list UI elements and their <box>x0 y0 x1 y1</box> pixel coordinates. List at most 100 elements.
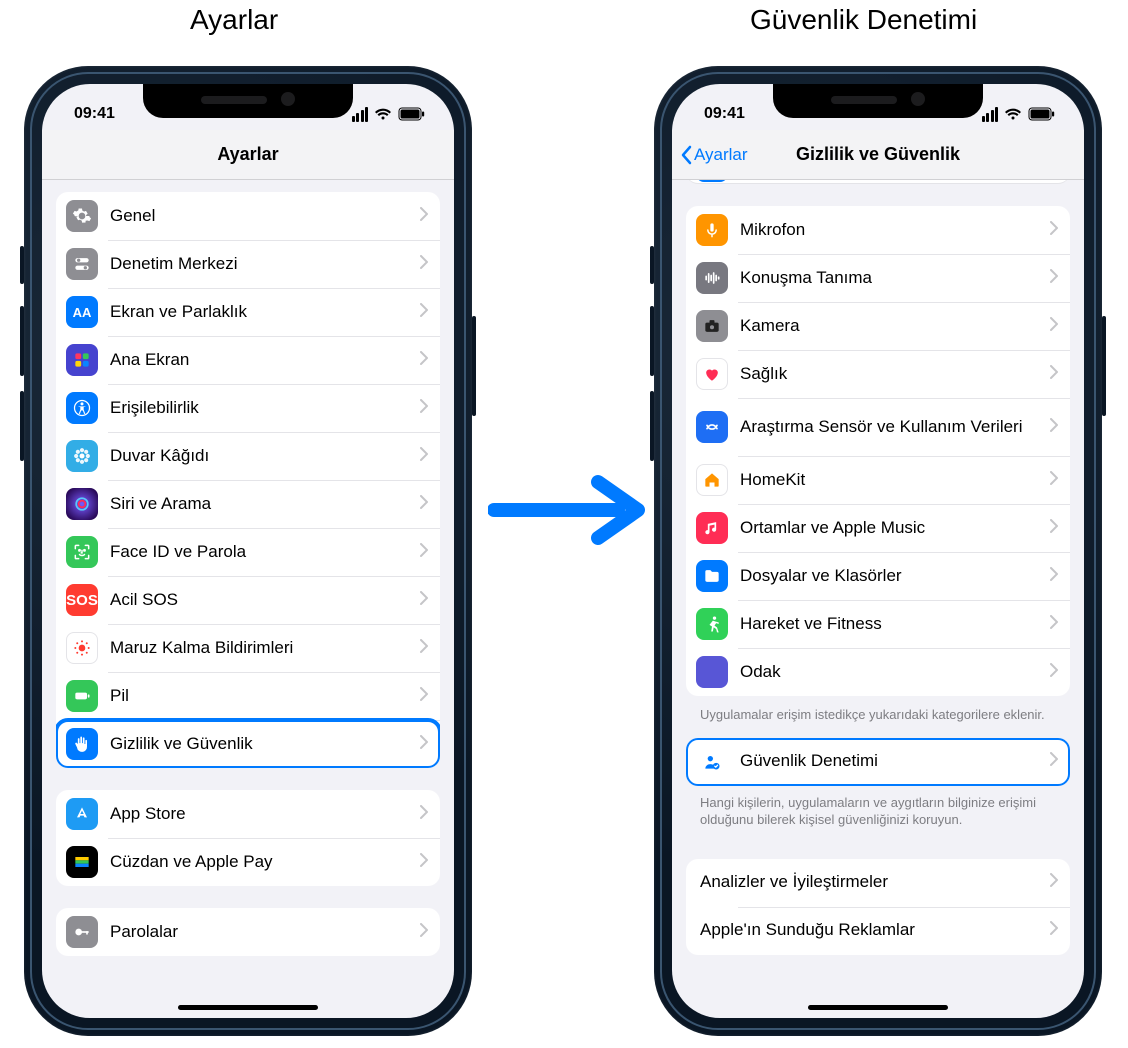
row-label: App Store <box>110 804 420 824</box>
back-label: Ayarlar <box>694 145 748 165</box>
back-button[interactable]: Ayarlar <box>680 145 748 165</box>
battery-row-icon <box>66 680 98 712</box>
chevron-right-icon <box>1050 269 1058 288</box>
privacy-group-top: Mikrofon Konuşma Tanıma Kamera <box>686 206 1070 696</box>
row-general[interactable]: Genel <box>56 192 440 240</box>
notch <box>143 84 353 118</box>
row-home-screen[interactable]: Ana Ekran <box>56 336 440 384</box>
home-icon <box>696 464 728 496</box>
row-appstore[interactable]: App Store <box>56 790 440 838</box>
chevron-right-icon <box>420 207 428 226</box>
row-accessibility[interactable]: Erişilebilirlik <box>56 384 440 432</box>
row-label: Araştırma Sensör ve Kullanım Verileri <box>740 417 1050 437</box>
row-sos[interactable]: SOS Acil SOS <box>56 576 440 624</box>
row-media[interactable]: Ortamlar ve Apple Music <box>686 504 1070 552</box>
moon-icon <box>696 656 728 688</box>
folder-icon <box>696 560 728 592</box>
chevron-right-icon <box>420 399 428 418</box>
navbar: Ayarlar <box>42 130 454 180</box>
row-exposure[interactable]: Maruz Kalma Bildirimleri <box>56 624 440 672</box>
row-label: Duvar Kâğıdı <box>110 446 420 466</box>
chevron-right-icon <box>420 495 428 514</box>
chevron-right-icon <box>420 853 428 872</box>
row-label: Dosyalar ve Klasörler <box>740 566 1050 586</box>
chevron-right-icon <box>1050 567 1058 586</box>
row-control-center[interactable]: Denetim Merkezi <box>56 240 440 288</box>
row-label: Ana Ekran <box>110 350 420 370</box>
chevron-right-icon <box>1050 365 1058 384</box>
research-icon <box>696 411 728 443</box>
home-indicator[interactable] <box>808 1005 948 1010</box>
row-health[interactable]: Sağlık <box>686 350 1070 398</box>
row-speech[interactable]: Konuşma Tanıma <box>686 254 1070 302</box>
waveform-icon <box>696 262 728 294</box>
chevron-right-icon <box>1050 317 1058 336</box>
row-faceid[interactable]: Face ID ve Parola <box>56 528 440 576</box>
notch <box>773 84 983 118</box>
row-label: Face ID ve Parola <box>110 542 420 562</box>
cellular-icon <box>982 107 999 122</box>
row-passwords[interactable]: Parolalar <box>56 908 440 956</box>
settings-group-2: App Store Cüzdan ve Apple Pay <box>56 790 440 886</box>
row-label: Konuşma Tanıma <box>740 268 1050 288</box>
row-label: Denetim Merkezi <box>110 254 420 274</box>
nav-title: Gizlilik ve Güvenlik <box>796 144 960 165</box>
row-display[interactable]: AA Ekran ve Parlaklık <box>56 288 440 336</box>
row-privacy[interactable]: Gizlilik ve Güvenlik <box>56 720 440 768</box>
chevron-right-icon <box>1050 471 1058 490</box>
heart-icon <box>696 358 728 390</box>
privacy-group-bottom: Analizler ve İyileştirmeler Apple'ın Sun… <box>686 859 1070 955</box>
nav-title: Ayarlar <box>217 144 278 165</box>
chevron-right-icon <box>420 639 428 658</box>
battery-icon <box>1028 107 1056 121</box>
chevron-right-icon <box>1050 752 1058 771</box>
row-microphone[interactable]: Mikrofon <box>686 206 1070 254</box>
chevron-right-icon <box>1050 663 1058 682</box>
row-wallet[interactable]: Cüzdan ve Apple Pay <box>56 838 440 886</box>
phone-privacy: 09:41 Ayarlar Gizlilik ve Güvenlik <box>654 66 1102 1036</box>
row-homekit[interactable]: HomeKit <box>686 456 1070 504</box>
row-label: Güvenlik Denetimi <box>740 751 1050 771</box>
row-focus[interactable]: Odak <box>686 648 1070 696</box>
chevron-right-icon <box>1050 519 1058 538</box>
row-battery[interactable]: Pil <box>56 672 440 720</box>
row-research[interactable]: Araştırma Sensör ve Kullanım Verileri <box>686 398 1070 456</box>
music-icon <box>696 512 728 544</box>
chevron-right-icon <box>1050 921 1058 940</box>
faceid-icon <box>66 536 98 568</box>
chevron-right-icon <box>1050 418 1058 437</box>
chevron-right-icon <box>1050 615 1058 634</box>
row-label: Apple'ın Sunduğu Reklamlar <box>700 920 1050 940</box>
chevron-right-icon <box>420 591 428 610</box>
chevron-right-icon <box>420 447 428 466</box>
phone-settings: 09:41 Ayarlar <box>24 66 472 1036</box>
row-wallpaper[interactable]: Duvar Kâğıdı <box>56 432 440 480</box>
exposure-icon <box>66 632 98 664</box>
chevron-left-icon <box>680 145 692 165</box>
apps-grid-icon <box>66 344 98 376</box>
row-camera[interactable]: Kamera <box>686 302 1070 350</box>
row-fitness[interactable]: Hareket ve Fitness <box>686 600 1070 648</box>
row-apple-ads[interactable]: Apple'ın Sunduğu Reklamlar <box>686 907 1070 955</box>
row-safety-check[interactable]: Güvenlik Denetimi <box>686 738 1070 786</box>
appstore-icon <box>66 798 98 830</box>
row-siri[interactable]: Siri ve Arama <box>56 480 440 528</box>
chevron-right-icon <box>420 923 428 942</box>
chevron-right-icon <box>420 735 428 754</box>
hand-icon <box>66 728 98 760</box>
chevron-right-icon <box>420 351 428 370</box>
row-label: Erişilebilirlik <box>110 398 420 418</box>
key-icon <box>66 916 98 948</box>
cellular-icon <box>352 107 369 122</box>
chevron-right-icon <box>1050 221 1058 240</box>
home-indicator[interactable] <box>178 1005 318 1010</box>
status-time: 09:41 <box>696 105 745 123</box>
toggles-icon <box>66 248 98 280</box>
row-label: Hareket ve Fitness <box>740 614 1050 634</box>
row-label: Ortamlar ve Apple Music <box>740 518 1050 538</box>
row-label: Mikrofon <box>740 220 1050 240</box>
row-files[interactable]: Dosyalar ve Klasörler <box>686 552 1070 600</box>
row-analytics[interactable]: Analizler ve İyileştirmeler <box>686 859 1070 907</box>
privacy-group-safety: Güvenlik Denetimi <box>686 738 1070 786</box>
heading-right: Güvenlik Denetimi <box>750 4 977 36</box>
